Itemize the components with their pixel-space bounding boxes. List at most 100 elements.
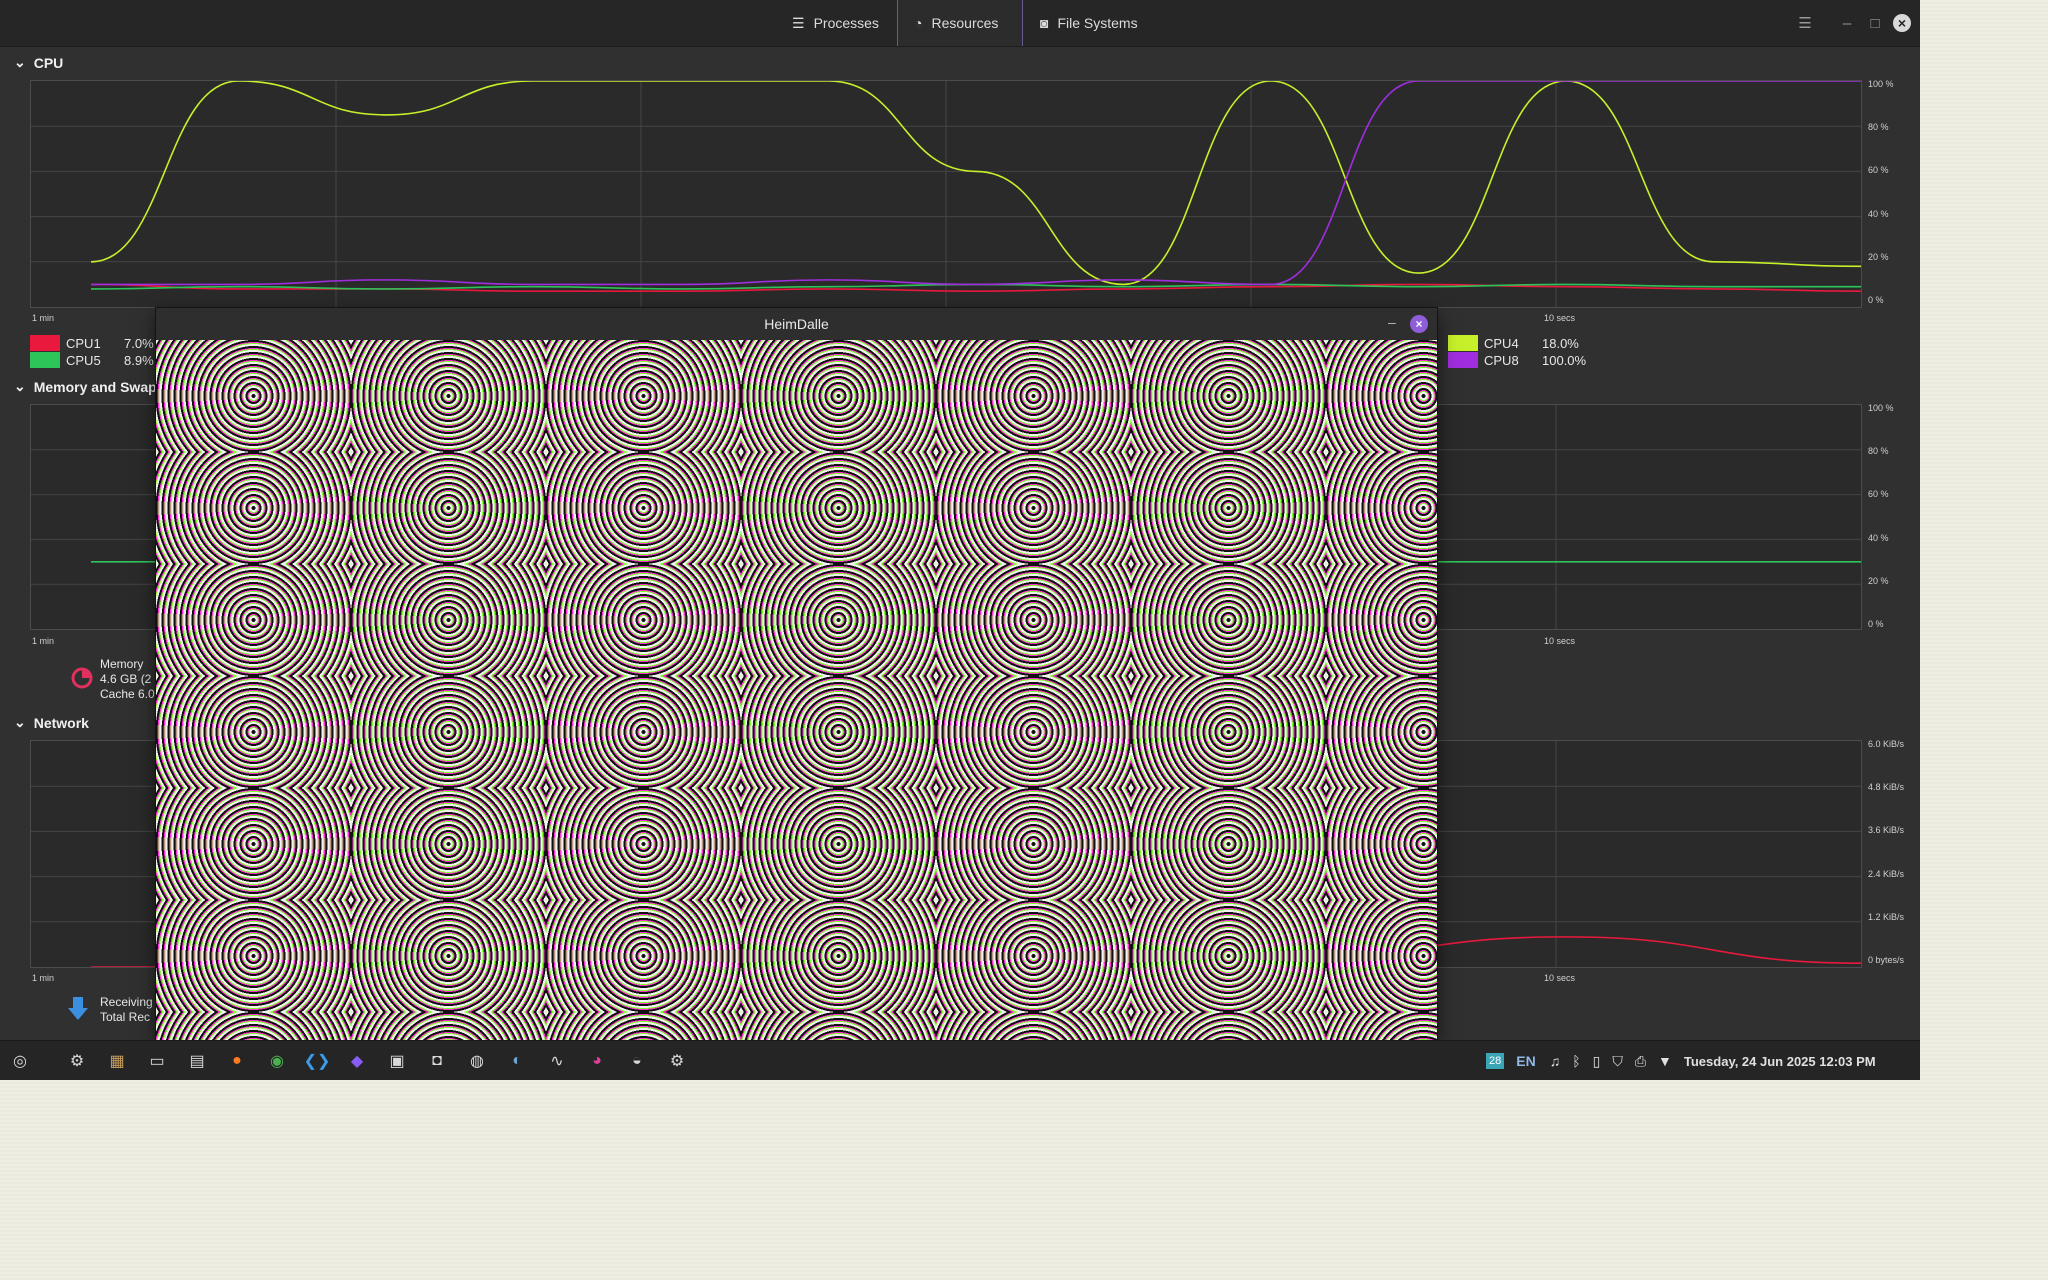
y-tick-label: 3.6 KiB/s	[1868, 825, 1905, 836]
y-tick-label: 0 %	[1868, 295, 1884, 305]
desktop-screen: ☰ Processes ◔ Resources ◙ File Systems ☰…	[0, 0, 1920, 1080]
close-icon[interactable]: ×	[1893, 14, 1911, 32]
tab-resources[interactable]: ◔ Resources	[897, 0, 1023, 46]
obsidian-icon[interactable]: ◆	[342, 1047, 372, 1075]
wallpaper-icon[interactable]: ◒	[622, 1047, 652, 1075]
minimize-icon[interactable]: –	[1836, 12, 1858, 34]
y-tick-label: 80 %	[1868, 446, 1889, 457]
heimdalle-render-canvas[interactable]	[156, 340, 1437, 1040]
download-arrow-icon	[66, 995, 90, 1021]
memory-legend: Memory 4.6 GB (2 Cache 6.0	[100, 657, 155, 702]
network-receiving-label: Receiving	[100, 995, 153, 1009]
network-legend: Receiving Total Rec	[100, 995, 153, 1025]
tab-file-systems[interactable]: ◙ File Systems	[1024, 0, 1154, 46]
y-tick-label: 80 %	[1868, 122, 1889, 133]
clock[interactable]: Tuesday, 24 Jun 2025 12:03 PM	[1684, 1054, 1876, 1069]
y-tick-label: 60 %	[1868, 489, 1889, 500]
settings-icon[interactable]: ⚙	[62, 1047, 92, 1075]
memory-section-title: Memory and Swap	[33, 378, 157, 395]
shield-icon[interactable]: ⛉	[1612, 1053, 1623, 1070]
chrome-icon[interactable]: ◉	[262, 1047, 292, 1075]
y-tick-label: 4.8 KiB/s	[1868, 782, 1905, 793]
y-tick-label: 1.2 KiB/s	[1868, 911, 1905, 922]
keyboard-layout-indicator[interactable]: EN	[1516, 1053, 1535, 1069]
gauge-icon: ◔	[914, 15, 923, 31]
network-section-title: Network	[33, 714, 89, 731]
music-icon[interactable]: ♫	[1550, 1053, 1561, 1069]
maximize-icon[interactable]: □	[1864, 12, 1886, 34]
wifi-icon[interactable]: ▼	[1658, 1053, 1672, 1069]
cpu8-label: CPU8	[1484, 352, 1519, 368]
taskbar: ◎ ⚙ ▦ ▭ ▤ ● ◉ ❮❯ ◆ ▣ ◘ ◍ ◐ ∿ ◕ ◒ ⚙ 28 EN ♫ ᛒ ▯ ⛉ ⎙ ▼ Tue…	[0, 1040, 1920, 1080]
twitch-icon[interactable]: ▣	[382, 1047, 412, 1075]
bluetooth-icon[interactable]: ᛒ	[1572, 1053, 1580, 1069]
y-tick-label: 100 %	[1868, 403, 1894, 413]
heimdalle-window[interactable]: HeimDalle – ×	[156, 308, 1437, 1040]
minimize-icon[interactable]: –	[1388, 314, 1396, 330]
network-total-received-label: Total Rec	[100, 1010, 151, 1024]
cpu4-label: CPU4	[1484, 335, 1519, 351]
tab-resources-label: Resources	[931, 15, 999, 31]
calendar-badge[interactable]: 28	[1486, 1053, 1505, 1069]
y-tick-label: 0 %	[1868, 619, 1884, 629]
tab-file-systems-label: File Systems	[1057, 15, 1138, 31]
cpu-graph	[30, 80, 1862, 308]
memory-legend-name: Memory	[100, 657, 144, 671]
memory-x-label-mid: 10 secs	[1544, 636, 1576, 646]
vscode-icon[interactable]: ❮❯	[302, 1047, 332, 1075]
header-bar: ☰ Processes ◔ Resources ◙ File Systems ☰…	[0, 0, 1920, 47]
cpu-legend-item: CPU1 7.0%	[30, 335, 154, 351]
firefox-icon[interactable]: ●	[222, 1047, 252, 1075]
browser-icon[interactable]: ◍	[462, 1047, 492, 1075]
cpu5-swatch[interactable]	[30, 352, 60, 368]
tab-processes[interactable]: ☰ Processes	[776, 0, 884, 46]
cpu-legend-item: CPU4 18.0%	[1448, 335, 1579, 351]
cpu8-swatch[interactable]	[1448, 352, 1478, 368]
y-tick-label: 100 %	[1868, 79, 1894, 89]
y-tick-label: 20 %	[1868, 575, 1889, 586]
cpu4-value: 18.0%	[1542, 335, 1579, 351]
cpu-section-header[interactable]: ⌄ CPU	[14, 54, 63, 71]
network-section-header[interactable]: ⌄ Network	[14, 714, 89, 731]
clipboard-icon[interactable]: ▯	[1593, 1053, 1601, 1070]
system-tray: 28 EN ♫ ᛒ ▯ ⛉ ⎙ ▼ Tuesday, 24 Jun 2025 1…	[1486, 1041, 1876, 1080]
cpu8-value: 100.0%	[1542, 352, 1587, 368]
steam-icon[interactable]: ◐	[502, 1047, 532, 1075]
mint-menu-icon[interactable]: ◎	[5, 1047, 35, 1075]
terminal-icon[interactable]: ▭	[142, 1047, 172, 1075]
memory-legend-cache: Cache 6.0	[100, 687, 155, 701]
y-tick-label: 0 bytes/s	[1868, 955, 1905, 965]
series-line-cpu4	[90, 81, 1861, 286]
system-monitor-icon[interactable]: ∿	[542, 1047, 572, 1075]
gear-app-icon[interactable]: ⚙	[662, 1047, 692, 1075]
tab-processes-label: Processes	[813, 15, 879, 31]
chevron-down-icon: ⌄	[14, 54, 26, 70]
y-tick-label: 40 %	[1868, 208, 1889, 219]
cpu1-swatch[interactable]	[30, 335, 60, 351]
heimdalle-title: HeimDalle	[764, 316, 829, 332]
network-x-label-mid: 10 secs	[1544, 973, 1576, 983]
printer-icon[interactable]: ⎙	[1635, 1053, 1646, 1070]
cpu4-swatch[interactable]	[1448, 335, 1478, 351]
hamburger-menu-icon[interactable]: ☰	[1794, 12, 1816, 34]
files-icon[interactable]: ▤	[182, 1047, 212, 1075]
series-line-cpu8	[91, 81, 1861, 286]
cpu-legend-item: CPU5 8.9%	[30, 352, 154, 368]
archive-icon[interactable]: ▦	[102, 1047, 132, 1075]
y-tick-label: 40 %	[1868, 532, 1889, 543]
disk-icon: ◙	[1040, 15, 1049, 31]
close-icon[interactable]: ×	[1410, 315, 1428, 333]
list-icon: ☰	[792, 14, 805, 31]
heimdalle-titlebar[interactable]: HeimDalle – ×	[156, 308, 1437, 340]
y-tick-label: 6.0 KiB/s	[1868, 739, 1905, 749]
screenshot-icon[interactable]: ◘	[422, 1047, 452, 1075]
chevron-down-icon: ⌄	[14, 714, 26, 730]
memory-section-header[interactable]: ⌄ Memory and Swap	[14, 378, 157, 395]
memory-pie-icon	[70, 666, 94, 695]
y-tick-label: 20 %	[1868, 251, 1889, 262]
series-line-cpu1	[90, 283, 1861, 292]
cpu-graph-canvas	[31, 81, 1861, 307]
chevron-down-icon: ⌄	[14, 378, 26, 394]
y-tick-label: 60 %	[1868, 165, 1889, 176]
color-picker-icon[interactable]: ◕	[582, 1047, 612, 1075]
